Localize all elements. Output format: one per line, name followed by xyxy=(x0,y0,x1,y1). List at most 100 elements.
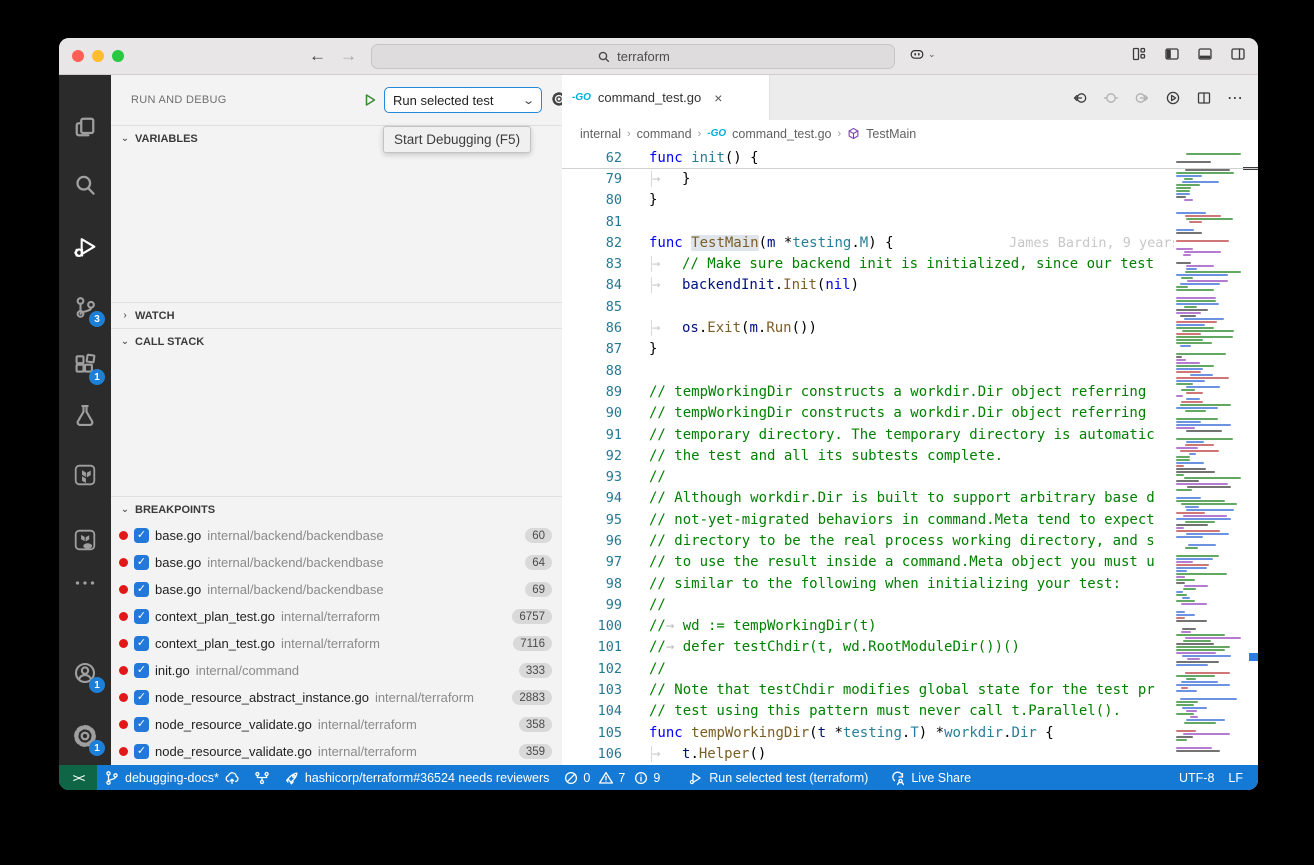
remote-indicator[interactable]: >< xyxy=(59,765,97,790)
call-stack-section-header[interactable]: ⌄ CALL STACK xyxy=(111,328,562,354)
code-line[interactable]: 98// similar to the following when initi… xyxy=(562,573,1174,594)
minimize-window-button[interactable] xyxy=(92,50,104,62)
line-number[interactable]: 101 xyxy=(562,639,622,655)
line-number[interactable]: 81 xyxy=(562,214,622,230)
code-line[interactable]: 100//→ wd := tempWorkingDir(t) xyxy=(562,616,1174,637)
breakpoint-checkbox[interactable]: ✓ xyxy=(134,555,149,570)
navigate-back-icon[interactable]: ← xyxy=(309,46,326,66)
source-control-graph-item[interactable] xyxy=(247,765,277,790)
close-tab-icon[interactable]: × xyxy=(714,90,722,106)
activity-item-more-views[interactable] xyxy=(59,561,111,605)
code-line[interactable]: 79→} xyxy=(562,168,1174,189)
line-number[interactable]: 95 xyxy=(562,512,622,528)
toggle-secondary-sidebar-icon[interactable] xyxy=(1230,46,1246,62)
breakpoint-row[interactable]: ✓init.gointernal/command333 xyxy=(111,657,562,684)
activity-item-explorer[interactable] xyxy=(59,105,111,149)
breakpoint-checkbox[interactable]: ✓ xyxy=(134,609,149,624)
code-line[interactable]: 102// xyxy=(562,658,1174,679)
code-line[interactable]: 88 xyxy=(562,360,1174,381)
breakpoint-row[interactable]: ✓context_plan_test.gointernal/terraform6… xyxy=(111,603,562,630)
activity-item-extensions[interactable]: 1 xyxy=(59,343,111,387)
code-line[interactable]: 86→os.Exit(m.Run()) xyxy=(562,317,1174,338)
line-number[interactable]: 84 xyxy=(562,277,622,293)
run-task-status-item[interactable]: Run selected test (terraform) xyxy=(681,765,875,790)
line-number[interactable]: 90 xyxy=(562,405,622,421)
breakpoint-checkbox[interactable]: ✓ xyxy=(134,663,149,678)
code-line[interactable]: 97// to use the result inside a command.… xyxy=(562,552,1174,573)
activity-item-testing[interactable] xyxy=(59,393,111,437)
line-number[interactable]: 92 xyxy=(562,448,622,464)
code-line[interactable]: 90// tempWorkingDir constructs a workdir… xyxy=(562,403,1174,424)
breadcrumb-item[interactable]: internal xyxy=(580,127,621,141)
line-number[interactable]: 86 xyxy=(562,320,622,336)
configure-gear-icon[interactable] xyxy=(551,91,562,107)
code-line[interactable]: 104// test using this pattern must never… xyxy=(562,701,1174,722)
code-editor[interactable]: 62func init() {79→}80}8182func TestMain(… xyxy=(562,147,1258,765)
code-line[interactable]: 84→backendInit.Init(nil) xyxy=(562,275,1174,296)
customize-layout-icon[interactable] xyxy=(1131,46,1147,62)
toggle-primary-sidebar-icon[interactable] xyxy=(1164,46,1180,62)
code-line[interactable]: 94// Although workdir.Dir is built to su… xyxy=(562,488,1174,509)
encoding-status-item[interactable]: UTF-8 xyxy=(1172,765,1221,790)
line-number[interactable]: 100 xyxy=(562,618,622,634)
copilot-chevron-icon[interactable]: ⌄ xyxy=(928,49,936,60)
code-line[interactable]: 96// directory to be the real process wo… xyxy=(562,530,1174,551)
code-line[interactable]: 89// tempWorkingDir constructs a workdir… xyxy=(562,381,1174,402)
activity-item-run-and-debug[interactable] xyxy=(59,225,111,269)
problems-status-item[interactable]: 0 7 9 xyxy=(556,765,667,790)
breakpoint-row[interactable]: ✓base.gointernal/backend/backendbase69 xyxy=(111,576,562,603)
activity-item-accounts[interactable]: 1 xyxy=(59,651,111,695)
activity-item-terraform[interactable] xyxy=(59,453,111,497)
line-number[interactable]: 94 xyxy=(562,490,622,506)
minimap[interactable] xyxy=(1174,147,1252,765)
zoom-window-button[interactable] xyxy=(112,50,124,62)
line-number[interactable]: 99 xyxy=(562,597,622,613)
close-window-button[interactable] xyxy=(72,50,84,62)
navigate-forward-icon[interactable]: → xyxy=(340,46,357,66)
line-number[interactable]: 97 xyxy=(562,554,622,570)
code-line[interactable]: 93// xyxy=(562,466,1174,487)
sticky-scroll-line[interactable]: 62func init() { xyxy=(562,147,1174,168)
code-line[interactable]: 106→t.Helper() xyxy=(562,743,1174,764)
debug-configuration-select[interactable]: Run selected test ⌄ xyxy=(384,87,542,113)
previous-change-icon[interactable] xyxy=(1072,90,1088,106)
current-change-icon[interactable] xyxy=(1103,90,1119,106)
start-debugging-button[interactable] xyxy=(358,87,382,113)
breakpoint-row[interactable]: ✓context_plan_test.gointernal/terraform7… xyxy=(111,630,562,657)
line-number[interactable]: 105 xyxy=(562,725,622,741)
activity-item-source-control[interactable]: 3 xyxy=(59,285,111,329)
code-line[interactable]: 82func TestMain(m *testing.M) {James Bar… xyxy=(562,232,1174,253)
next-change-icon[interactable] xyxy=(1134,90,1150,106)
breadcrumb-item[interactable]: TestMain xyxy=(866,127,916,141)
line-number[interactable]: 93 xyxy=(562,469,622,485)
code-line[interactable]: 81 xyxy=(562,211,1174,232)
code-line[interactable]: 85 xyxy=(562,296,1174,317)
breakpoint-row[interactable]: ✓base.gointernal/backend/backendbase60 xyxy=(111,522,562,549)
code-line[interactable]: 83→// Make sure backend init is initiali… xyxy=(562,253,1174,274)
breadcrumb-item[interactable]: command xyxy=(637,127,692,141)
code-line[interactable]: 105func tempWorkingDir(t *testing.T) *wo… xyxy=(562,722,1174,743)
line-number[interactable]: 91 xyxy=(562,427,622,443)
pull-request-status-item[interactable]: hashicorp/terraform#36524 needs reviewer… xyxy=(277,765,557,790)
line-number[interactable]: 98 xyxy=(562,576,622,592)
line-number[interactable]: 103 xyxy=(562,682,622,698)
code-line[interactable]: 99// xyxy=(562,594,1174,615)
breakpoints-section-header[interactable]: ⌄ BREAKPOINTS xyxy=(111,496,562,522)
line-number[interactable]: 106 xyxy=(562,746,622,762)
line-number[interactable]: 104 xyxy=(562,703,622,719)
line-number[interactable]: 88 xyxy=(562,363,622,379)
branch-status-item[interactable]: debugging-docs* xyxy=(97,765,247,790)
activity-item-settings[interactable]: 1 xyxy=(59,714,111,758)
toggle-panel-icon[interactable] xyxy=(1197,46,1213,62)
live-share-status-item[interactable]: Live Share xyxy=(883,765,978,790)
run-or-debug-icon[interactable] xyxy=(1165,90,1181,106)
breakpoint-checkbox[interactable]: ✓ xyxy=(134,528,149,543)
line-number[interactable]: 102 xyxy=(562,661,622,677)
activity-item-terraform-cloud[interactable] xyxy=(59,518,111,562)
editor-more-actions-icon[interactable]: ⋯ xyxy=(1227,88,1244,108)
split-editor-icon[interactable] xyxy=(1196,90,1212,106)
code-line[interactable]: 92// the test and all its subtests compl… xyxy=(562,445,1174,466)
breakpoint-checkbox[interactable]: ✓ xyxy=(134,744,149,759)
line-number[interactable]: 89 xyxy=(562,384,622,400)
breakpoint-row[interactable]: ✓node_resource_abstract_instance.gointer… xyxy=(111,684,562,711)
